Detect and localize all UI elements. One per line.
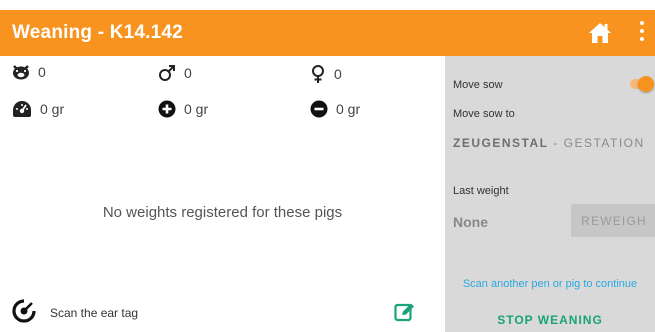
move-sow-panel: Move sow Move sow to ZEUGENSTAL - GESTAT… <box>445 56 655 332</box>
destination-value[interactable]: ZEUGENSTAL - GESTATION <box>453 136 645 150</box>
dashboard-icon <box>13 101 31 117</box>
minus-circle-icon <box>310 100 328 118</box>
stop-weaning-button[interactable]: STOP WEANING <box>445 313 655 327</box>
total-count: 0 <box>38 64 46 80</box>
plus-weight: 0 gr <box>184 101 209 117</box>
male-icon <box>159 65 175 81</box>
minus-weight-stat: 0 gr <box>310 100 360 118</box>
avg-weight-stat: 0 gr <box>12 100 64 118</box>
edit-icon[interactable] <box>394 302 416 327</box>
plus-circle-icon <box>158 100 176 118</box>
male-count: 0 <box>184 65 192 81</box>
reweigh-button[interactable]: REWEIGH <box>571 204 655 237</box>
female-stat: 0 <box>310 64 342 84</box>
move-sow-toggle[interactable] <box>630 76 654 92</box>
scan-bar: Scan the ear tag <box>0 294 445 332</box>
more-vert-icon[interactable] <box>638 21 646 45</box>
weights-panel: 0 0 0 0 gr 0 gr 0 gr No weights register… <box>0 56 445 332</box>
last-weight-value: None <box>453 214 488 230</box>
last-weight-label: Last weight <box>453 185 509 197</box>
destination-stall: ZEUGENSTAL <box>453 136 549 150</box>
pig-face-icon <box>13 65 29 80</box>
scan-another-hint: Scan another pen or pig to continue <box>462 278 638 290</box>
female-icon <box>312 65 324 83</box>
litter-count: 0 <box>12 64 46 80</box>
avg-weight: 0 gr <box>40 101 65 117</box>
home-icon[interactable] <box>588 22 612 44</box>
minus-weight: 0 gr <box>336 101 361 117</box>
scan-ear-tag-label: Scan the ear tag <box>50 306 139 320</box>
toggle-knob <box>638 76 654 92</box>
male-stat: 0 <box>158 64 192 82</box>
scan-ear-tag-icon[interactable] <box>12 298 36 328</box>
female-count: 0 <box>334 66 342 82</box>
destination-type: - GESTATION <box>548 136 645 150</box>
move-sow-to-label: Move sow to <box>453 108 515 120</box>
empty-weights-message: No weights registered for these pigs <box>102 204 343 221</box>
app-bar: Weaning - K14.142 <box>0 10 655 56</box>
page-title: Weaning - K14.142 <box>12 22 183 43</box>
move-sow-label: Move sow <box>453 79 503 91</box>
plus-weight-stat: 0 gr <box>158 100 208 118</box>
